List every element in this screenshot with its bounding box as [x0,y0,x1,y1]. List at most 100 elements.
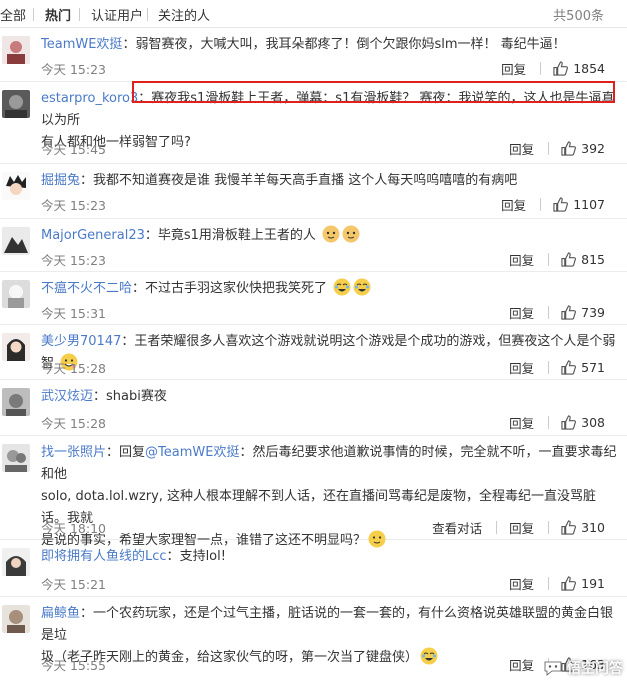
tab-divider [79,8,80,21]
like-count: 191 [581,576,605,591]
comment-text: shabi赛夜 [106,389,167,404]
tab-verified-users[interactable]: 认证用户 [91,5,143,24]
avatar[interactable] [2,605,30,633]
reply-button[interactable]: 回复 [509,574,534,593]
reply-button[interactable]: 回复 [509,358,534,377]
thumbs-up-icon [553,61,569,76]
reply-button[interactable]: 回复 [509,250,534,269]
comment-actions: 回复 1107 [501,195,605,214]
comment-username[interactable]: estarpro_koro3 [41,91,138,106]
comment-item: 美少男70147：王者荣耀很多人喜欢这个游戏就说明这个游戏是个成功的游戏，但赛夜… [0,325,627,380]
comment-text: 毕竟s1用滑板鞋上王者的人 [157,228,316,243]
action-divider [548,253,550,266]
tab-all[interactable]: 全部 [0,5,26,24]
reply-button[interactable]: 回复 [509,139,534,158]
comment-body: 即将拥有人鱼线的Lcc：支持lol! [41,549,226,564]
comment-item: 武汉炫迈：shabi赛夜 今天 15:28 回复 308 [0,380,627,436]
comment-body: MajorGeneral23：毕竟s1用滑板鞋上王者的人 [41,225,617,247]
comment-time: 今天 15:23 [41,253,106,268]
comment-item: 即将拥有人鱼线的Lcc：支持lol! 今天 15:21 回复 191 [0,540,627,597]
comment-username[interactable]: 武汉炫迈 [41,389,93,404]
like-button[interactable]: 310 [561,520,605,535]
comment-username[interactable]: TeamWE欢挺 [41,37,122,52]
avatar[interactable] [2,172,30,200]
comment-actions: 回复 191 [509,574,605,593]
avatar[interactable] [2,227,30,255]
thumbs-up-icon [561,576,577,591]
view-conversation-button[interactable]: 查看对话 [432,518,482,537]
thumbs-up-icon [561,305,577,320]
comment-body: 武汉炫迈：shabi赛夜 [41,389,167,404]
doge-emoji-icon [342,225,360,243]
action-divider [548,361,550,374]
comment-actions: 回复 1854 [501,59,605,78]
tab-hot[interactable]: 热门 [45,5,71,24]
comment-text: 不过古手羽这家伙快把我笑死了 [145,281,328,296]
avatar[interactable] [2,388,30,416]
like-count: 739 [581,305,605,320]
like-button[interactable]: 1107 [553,197,605,212]
tab-following[interactable]: 关注的人 [158,5,210,24]
comment-actions: 回复 815 [509,250,605,269]
wukong-logo-icon [544,661,562,676]
comment-time: 今天 15:28 [41,416,106,431]
comment-item: 掘掘兔：我都不知道赛夜是谁 我慢羊羊每天高手直播 这个人每天呜呜嘻嘻的有病吧 今… [0,164,627,219]
mention-link[interactable]: @TeamWE欢挺 [145,445,239,460]
thumbs-up-icon [553,197,569,212]
laugh-cry-emoji-icon [353,278,371,296]
comment-actions: 回复 308 [509,413,605,432]
comment-body: 不瘟不火不二哈：不过古手羽这家伙快把我笑死了 [41,278,617,300]
action-divider [496,521,498,534]
like-button[interactable]: 191 [561,576,605,591]
avatar[interactable] [2,548,30,576]
comment-actions: 回复 392 [509,139,605,158]
comment-actions: 查看对话 回复 310 [432,518,605,537]
comment-time: 今天 15:45 [41,142,106,157]
like-count: 308 [581,415,605,430]
comment-body: TeamWE欢挺：弱智赛夜，大喊大叫，我耳朵都疼了！倒个欠跟你妈slm一样！ 毒… [41,37,566,52]
thumbs-up-icon [561,252,577,267]
comment-time: 今天 18:10 [41,521,106,536]
like-count: 392 [581,141,605,156]
comment-username[interactable]: MajorGeneral23 [41,228,145,243]
like-button[interactable]: 815 [561,252,605,267]
comment-username[interactable]: 掘掘兔 [41,173,80,188]
comment-time: 今天 15:23 [41,62,106,77]
comment-item: 不瘟不火不二哈：不过古手羽这家伙快把我笑死了 今天 15:31 回复 739 [0,272,627,325]
laugh-cry-emoji-icon [420,647,438,665]
like-button[interactable]: 308 [561,415,605,430]
action-divider [548,577,550,590]
like-count: 1107 [573,197,605,212]
comment-body: 掘掘兔：我都不知道赛夜是谁 我慢羊羊每天高手直播 这个人每天呜呜嘻嘻的有病吧 [41,173,518,188]
like-button[interactable]: 392 [561,141,605,156]
reply-button[interactable]: 回复 [509,518,534,537]
like-button[interactable]: 1854 [553,61,605,76]
avatar[interactable] [2,36,30,64]
avatar[interactable] [2,333,30,361]
like-count: 571 [581,360,605,375]
comment-username[interactable]: 找一张照片 [41,445,106,460]
avatar[interactable] [2,90,30,118]
comment-username[interactable]: 扁鲸鱼 [41,606,80,621]
avatar[interactable] [2,280,30,308]
like-button[interactable]: 571 [561,360,605,375]
comment-item: TeamWE欢挺：弱智赛夜，大喊大叫，我耳朵都疼了！倒个欠跟你妈slm一样！ 毒… [0,28,627,82]
reply-button[interactable]: 回复 [509,303,534,322]
reply-button[interactable]: 回复 [501,59,526,78]
reply-button[interactable]: 回复 [509,413,534,432]
action-divider [548,416,550,429]
like-button[interactable]: 739 [561,305,605,320]
comment-item: 扁鲸鱼：一个农药玩家，还是个过气主播，脏话说的一套一套的，有什么资格说英雄联盟的… [0,597,627,686]
reply-button[interactable]: 回复 [501,195,526,214]
thumbs-up-icon [561,360,577,375]
avatar[interactable] [2,444,30,472]
comment-text: 弱智赛夜，大喊大叫，我耳朵都疼了！倒个欠跟你妈slm一样！ 毒纪牛逼！ [135,37,566,52]
reply-button[interactable]: 回复 [509,655,534,674]
reply-prefix: 回复 [119,445,146,460]
watermark-text: 悟空问答 [567,661,623,677]
comment-text: 我都不知道赛夜是谁 我慢羊羊每天高手直播 这个人每天呜呜嘻嘻的有病吧 [93,173,518,188]
action-divider [548,521,550,534]
comment-username[interactable]: 即将拥有人鱼线的Lcc [41,549,167,564]
comment-username[interactable]: 不瘟不火不二哈 [41,281,132,296]
comment-username[interactable]: 美少男70147 [41,334,121,349]
